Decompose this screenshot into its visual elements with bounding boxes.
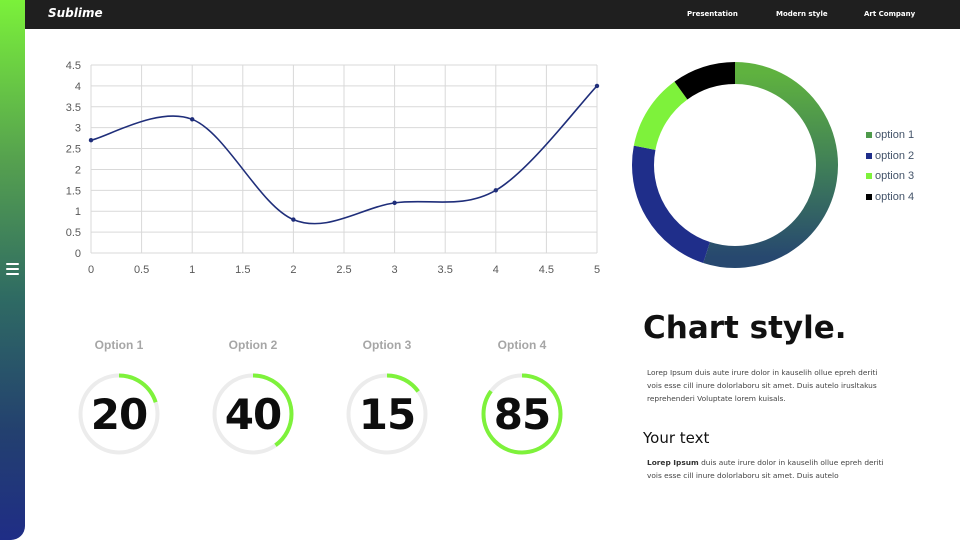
- legend-item-option-1: option 1: [866, 125, 914, 146]
- gauge-option-3: Option 3 15: [337, 338, 437, 456]
- gauge-label: Option 3: [362, 338, 412, 352]
- x-tick-label: 2: [290, 264, 296, 276]
- donut-slice: [703, 62, 838, 268]
- x-tick-label: 3: [392, 264, 398, 276]
- body-paragraph-1: Lorep Ipsum duis aute irure dolor in kau…: [647, 368, 878, 403]
- legend-item-option-4: option 4: [866, 187, 914, 208]
- donut-slice: [633, 81, 688, 151]
- legend-swatch: [866, 173, 872, 180]
- gauge-value: 40: [224, 389, 282, 439]
- data-point: [493, 188, 498, 193]
- y-tick-label: 0: [75, 248, 81, 260]
- gauge-option-2: Option 2 40: [203, 338, 303, 456]
- hamburger-menu-icon[interactable]: [6, 263, 19, 275]
- gauge-ring: 20: [77, 372, 161, 456]
- data-point: [88, 138, 94, 143]
- gauge-ring: 85: [480, 372, 564, 456]
- brand-logo[interactable]: Sublime: [48, 6, 103, 20]
- gauge-label: Option 2: [228, 338, 278, 352]
- data-point: [594, 83, 600, 89]
- x-tick-label: 0.5: [134, 264, 149, 276]
- gauge-option-4: Option 4 85: [472, 338, 572, 456]
- x-tick-label: 2.5: [336, 264, 351, 276]
- y-tick-label: 0.5: [66, 227, 81, 239]
- top-bar: Sublime Presentation Modern style Art Co…: [0, 0, 960, 29]
- donut-chart: [632, 62, 838, 268]
- y-tick-label: 3: [75, 123, 81, 135]
- section-subtitle: Your text: [643, 429, 710, 447]
- legend-swatch: [866, 152, 872, 159]
- y-tick-label: 4: [75, 81, 81, 93]
- gauge-value: 85: [493, 389, 551, 439]
- sidebar: [0, 0, 25, 540]
- line-chart: 0 0.5 1 1.5 2 2.5 3 3.5 4 4.5 0 0.5 1 1.5 2 2.5 3 3.5 4 4.5…: [66, 60, 600, 276]
- legend-item-option-3: option 3: [866, 166, 914, 187]
- donut-slice: [632, 145, 711, 263]
- nav-presentation[interactable]: Presentation: [687, 10, 738, 18]
- gauge-value: 15: [358, 389, 416, 439]
- donut-slice: [674, 62, 736, 100]
- y-tick-label: 1.5: [66, 185, 81, 197]
- x-tick-label: 4.5: [539, 264, 554, 276]
- nav-modern-style[interactable]: Modern style: [776, 10, 828, 18]
- gauge-label: Option 1: [94, 338, 144, 352]
- x-tick-label: 1.5: [235, 264, 250, 276]
- data-point: [190, 117, 195, 122]
- legend-swatch: [866, 193, 872, 200]
- gauge-ring: 15: [345, 372, 429, 456]
- x-tick-label: 3.5: [438, 264, 453, 276]
- legend-label: option 1: [875, 129, 915, 142]
- y-tick-label: 2: [75, 164, 81, 176]
- legend-swatch: [866, 132, 872, 139]
- y-tick-label: 1: [75, 206, 81, 218]
- data-point: [392, 200, 397, 206]
- legend-label: option 2: [875, 149, 915, 162]
- y-tick-label: 4.5: [66, 60, 81, 72]
- gauge-label: Option 4: [497, 338, 547, 352]
- legend-label: option 3: [875, 170, 915, 183]
- data-point: [291, 217, 296, 222]
- x-tick-label: 0: [88, 264, 94, 276]
- legend-label: option 4: [875, 190, 915, 203]
- paragraph-lead: Lorep Ipsum: [647, 458, 699, 467]
- donut-legend: option 1 option 2 option 3 option 4: [866, 125, 914, 207]
- page-title: Chart style.: [643, 310, 847, 346]
- x-tick-label: 1: [189, 264, 195, 276]
- y-tick-label: 3.5: [66, 102, 81, 114]
- x-tick-label: 4: [493, 264, 499, 276]
- x-tick-label: 5: [594, 264, 600, 276]
- body-paragraph-2: Lorep Ipsum duis aute irure dolor in kau…: [647, 457, 887, 483]
- legend-item-option-2: option 2: [866, 146, 914, 167]
- gauge-ring: 40: [211, 372, 295, 456]
- nav-art-company[interactable]: Art Company: [864, 10, 915, 18]
- gauge-value: 20: [90, 389, 148, 439]
- y-tick-label: 2.5: [66, 144, 81, 156]
- gauge-option-1: Option 1 20: [69, 338, 169, 456]
